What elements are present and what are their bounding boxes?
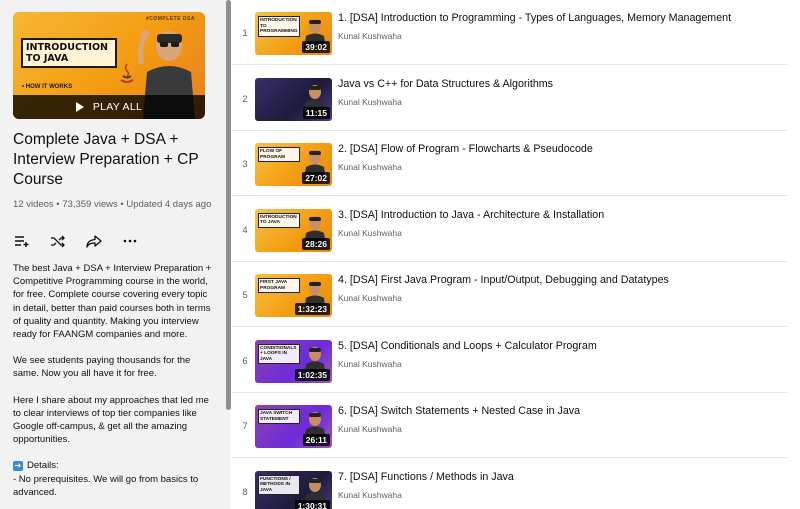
video-list: 1 INTRODUCTION TO PROGRAMMING 39:02 1. [… [232,0,800,509]
video-index: 4 [242,224,248,236]
video-row[interactable]: 7 JAVA SWITCH STATEMENT 26:11 6. [DSA] S… [232,393,787,458]
hero-tag: #COMPLETE DSA [145,16,195,22]
video-duration: 28:26 [302,237,330,250]
video-index: 1 [242,28,248,39]
playlist-description: The best Java + DSA + Interview Preparat… [13,262,213,499]
video-index: 6 [242,355,248,367]
video-duration: 1:32:23 [294,303,330,315]
description-paragraph-3: Here I share about my approaches that le… [13,394,209,446]
hero-title-line2: TO JAVA [26,53,69,64]
video-row[interactable]: 3 FLOW OF PROGRAM 27:02 2. [DSA] Flow of… [232,131,787,196]
playlist-sidebar: #COMPLETE DSA INTRODUCTION TO JAVA • HOW… [0,0,230,509]
video-index: 5 [242,290,248,301]
video-thumbnail[interactable]: INTRODUCTION TO JAVA 28:26 [255,208,332,252]
thumbnail-text: JAVA SWITCH STATEMENT [258,409,300,424]
details-heading: ➜ Details: [13,459,213,472]
playlist-actions [14,234,138,248]
video-duration: 11:15 [302,106,330,119]
play-icon [75,102,84,112]
arrow-right-icon: ➜ [13,461,23,472]
channel-name[interactable]: Kunal Kushwaha [338,490,402,500]
thumbnail-text: FIRST JAVA PROGRAM [258,278,300,293]
playlist-hero-thumbnail[interactable]: #COMPLETE DSA INTRODUCTION TO JAVA • HOW… [13,12,205,119]
channel-name[interactable]: Kunal Kushwaha [338,293,402,303]
channel-name[interactable]: Kunal Kushwaha [338,97,402,107]
video-index: 3 [242,159,248,170]
video-title[interactable]: 7. [DSA] Functions / Methods in Java [338,471,778,483]
video-duration: 39:02 [302,41,330,53]
video-thumbnail[interactable]: 11:15 [255,77,332,121]
details-line-1: - No prerequisites. We will go from basi… [13,473,199,485]
thumbnail-text: FUNCTIONS / METHODS IN JAVA [258,474,300,495]
video-index: 7 [242,421,248,432]
video-row[interactable]: 1 INTRODUCTION TO PROGRAMMING 39:02 1. [… [232,0,787,65]
video-title[interactable]: Java vs C++ for Data Structures & Algori… [338,78,778,90]
description-paragraph-2: We see students paying thousands for the… [13,355,191,380]
java-logo-icon [120,63,134,83]
video-row[interactable]: 4 INTRODUCTION TO JAVA 28:26 3. [DSA] In… [232,197,787,262]
thumbnail-text: CONDITIONALS + LOOPS IN JAVA [258,343,300,364]
share-icon[interactable] [86,234,102,248]
video-row[interactable]: 2 11:15 Java vs C++ for Data Structures … [232,66,787,131]
details-label: Details: [27,460,59,472]
video-title[interactable]: 5. [DSA] Conditionals and Loops + Calcul… [338,340,778,352]
playlist-title: Complete Java + DSA + Interview Preparat… [13,131,199,188]
channel-name[interactable]: Kunal Kushwaha [338,359,402,369]
video-duration: 26:11 [302,434,330,446]
thumbnail-text: INTRODUCTION TO JAVA [258,212,300,228]
video-thumbnail[interactable]: FLOW OF PROGRAM 27:02 [255,143,332,186]
video-duration: 27:02 [302,172,330,184]
channel-name[interactable]: Kunal Kushwaha [338,162,402,172]
video-row[interactable]: 6 CONDITIONALS + LOOPS IN JAVA 1:02:35 5… [232,328,787,393]
channel-name[interactable]: Kunal Kushwaha [338,424,402,434]
video-index: 2 [242,93,248,105]
more-icon[interactable] [122,234,138,248]
play-all-label: PLAY ALL [92,101,143,113]
channel-name[interactable]: Kunal Kushwaha [338,31,402,41]
playlist-meta: 12 videos • 73,359 views • Updated 4 day… [13,199,212,210]
video-row[interactable]: 5 FIRST JAVA PROGRAM 1:32:23 4. [DSA] Fi… [232,262,787,327]
video-title[interactable]: 1. [DSA] Introduction to Programming - T… [338,12,778,24]
channel-name[interactable]: Kunal Kushwaha [338,228,402,238]
video-row[interactable]: 8 FUNCTIONS / METHODS IN JAVA 1:30:31 7.… [232,459,787,509]
hero-title-line1: INTRODUCTION [26,42,108,53]
video-duration: 1:30:31 [294,499,330,509]
video-duration: 1:02:35 [294,368,330,381]
video-title[interactable]: 2. [DSA] Flow of Program - Flowcharts & … [338,143,778,155]
video-title[interactable]: 4. [DSA] First Java Program - Input/Outp… [338,274,778,286]
video-thumbnail[interactable]: FUNCTIONS / METHODS IN JAVA 1:30:31 [255,470,332,509]
shuffle-icon[interactable] [50,234,66,248]
video-title[interactable]: 3. [DSA] Introduction to Java - Architec… [338,209,778,221]
hero-title-box: INTRODUCTION TO JAVA [21,38,117,68]
hero-bullet: • HOW IT WORKS [22,84,73,90]
add-to-queue-icon[interactable] [14,234,30,248]
video-index: 8 [242,486,248,498]
sidebar-scrollbar[interactable] [226,0,231,410]
video-thumbnail[interactable]: FIRST JAVA PROGRAM 1:32:23 [255,274,332,317]
description-paragraph-1: The best Java + DSA + Interview Preparat… [13,263,212,341]
thumbnail-text: FLOW OF PROGRAM [258,147,300,162]
video-thumbnail[interactable]: CONDITIONALS + LOOPS IN JAVA 1:02:35 [255,339,332,383]
video-title[interactable]: 6. [DSA] Switch Statements + Nested Case… [338,405,778,417]
video-thumbnail[interactable]: INTRODUCTION TO PROGRAMMING 39:02 [255,12,332,55]
play-all-button[interactable]: PLAY ALL [13,95,205,119]
thumbnail-text: INTRODUCTION TO PROGRAMMING [258,16,300,37]
details-line-2: advanced. [13,486,57,498]
video-thumbnail[interactable]: JAVA SWITCH STATEMENT 26:11 [255,405,332,448]
